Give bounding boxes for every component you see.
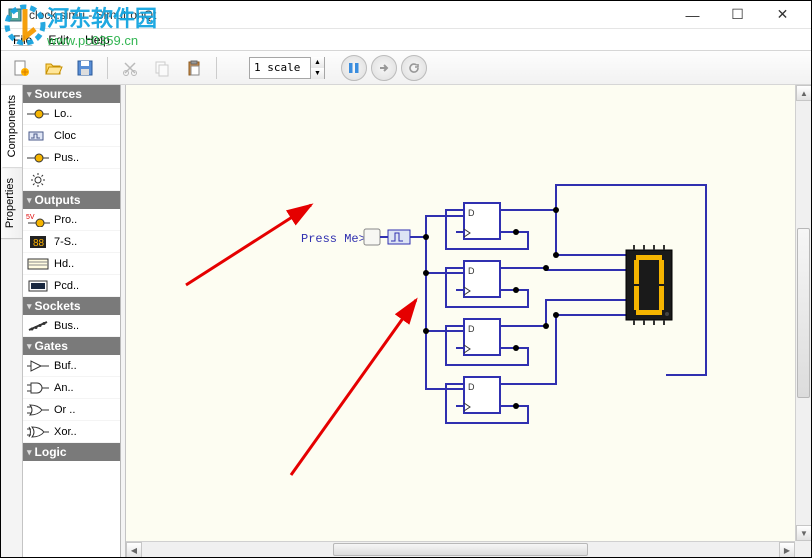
circuit-diagram[interactable]: Press Me> D [126, 85, 811, 557]
annotation-arrow-2 [291, 300, 416, 475]
reset-button[interactable] [401, 55, 427, 81]
toolbar: ▲▼ [1, 51, 811, 85]
press-me-button[interactable] [364, 229, 380, 245]
main-area: Components Properties ▾Sources Lo.. Cloc… [1, 85, 811, 557]
paste-button[interactable] [180, 54, 208, 82]
component-hd[interactable]: Hd.. [23, 253, 120, 275]
copy-button[interactable] [148, 54, 176, 82]
component-pcd[interactable]: Pcd.. [23, 275, 120, 297]
new-file-button[interactable] [7, 54, 35, 82]
scale-field[interactable] [250, 61, 310, 74]
tab-properties[interactable]: Properties [1, 168, 22, 239]
display-icon [26, 278, 50, 294]
scroll-corner [795, 541, 811, 557]
menu-file[interactable]: File [5, 31, 40, 49]
svg-text:5V: 5V [26, 214, 35, 221]
app-icon [7, 7, 23, 23]
scale-spinner[interactable]: ▲▼ [310, 57, 324, 79]
or-icon [26, 402, 50, 418]
group-logic[interactable]: ▾Logic [23, 443, 120, 461]
xor-icon [26, 424, 50, 440]
annotation-arrow-1 [186, 205, 311, 285]
flipflop-4[interactable]: D [456, 377, 516, 413]
probe-icon: 5V [26, 212, 50, 228]
titlebar: clock.simu - SimutronQt — ☐ ✕ [1, 1, 811, 29]
menubar: File Edit Help [1, 29, 811, 51]
horizontal-scrollbar[interactable]: ◀ ▶ [126, 541, 795, 557]
svg-text:D: D [468, 382, 475, 392]
component-pushbutton[interactable]: Pus.. [23, 147, 120, 169]
vertical-scrollbar[interactable]: ▲ ▼ [795, 85, 811, 541]
open-file-button[interactable] [39, 54, 67, 82]
scroll-left-button[interactable]: ◀ [126, 542, 142, 557]
scroll-up-button[interactable]: ▲ [796, 85, 811, 101]
group-sources[interactable]: ▾Sources [23, 85, 120, 103]
menu-edit[interactable]: Edit [40, 31, 77, 49]
components-panel: ▾Sources Lo.. Cloc Pus.. ▾Outputs 5V Pro… [23, 85, 121, 557]
component-clock[interactable]: Cloc [23, 125, 120, 147]
component-or[interactable]: Or .. [23, 399, 120, 421]
component-and[interactable]: An.. [23, 377, 120, 399]
sun-icon [26, 172, 50, 188]
save-button[interactable] [71, 54, 99, 82]
component-logic-source[interactable]: Lo.. [23, 103, 120, 125]
svg-text:88: 88 [33, 238, 45, 249]
menu-help[interactable]: Help [77, 31, 118, 49]
close-button[interactable]: ✕ [760, 1, 805, 29]
svg-text:D: D [468, 324, 475, 334]
sevenseg-small-icon: 88 [26, 234, 50, 250]
toolbar-separator [107, 57, 108, 79]
minimize-button[interactable]: — [670, 1, 715, 29]
svg-text:D: D [468, 266, 475, 276]
scroll-right-button[interactable]: ▶ [779, 542, 795, 557]
component-sun[interactable] [23, 169, 120, 191]
scale-input[interactable]: ▲▼ [249, 57, 325, 79]
flipflop-3[interactable]: D [456, 319, 516, 355]
component-xor[interactable]: Xor.. [23, 421, 120, 443]
component-sevenseg[interactable]: 88 7-S.. [23, 231, 120, 253]
cut-button[interactable] [116, 54, 144, 82]
and-icon [26, 380, 50, 396]
component-probe[interactable]: 5V Pro.. [23, 209, 120, 231]
bus-icon [26, 318, 50, 334]
group-sockets[interactable]: ▾Sockets [23, 297, 120, 315]
scroll-down-button[interactable]: ▼ [796, 525, 811, 541]
flipflop-2[interactable]: D [456, 261, 516, 297]
group-outputs[interactable]: ▾Outputs [23, 191, 120, 209]
press-me-label: Press Me> [301, 232, 366, 246]
group-gates[interactable]: ▾Gates [23, 337, 120, 355]
component-bus[interactable]: Bus.. [23, 315, 120, 337]
tab-components[interactable]: Components [1, 85, 22, 168]
svg-text:D: D [468, 208, 475, 218]
logic-source-icon [26, 106, 50, 122]
component-buffer[interactable]: Buf.. [23, 355, 120, 377]
buffer-icon [26, 358, 50, 374]
push-icon [26, 150, 50, 166]
toolbar-separator [216, 57, 217, 79]
vertical-tabs: Components Properties [1, 85, 23, 557]
canvas[interactable]: Press Me> D [126, 85, 811, 557]
seven-segment-display[interactable] [626, 245, 672, 325]
lcd-icon [26, 256, 50, 272]
play-pause-button[interactable] [341, 55, 367, 81]
window-title: clock.simu - SimutronQt [29, 8, 670, 22]
step-button[interactable] [371, 55, 397, 81]
clock-icon [26, 128, 50, 144]
maximize-button[interactable]: ☐ [715, 1, 760, 29]
flipflop-1[interactable]: D [456, 203, 516, 239]
